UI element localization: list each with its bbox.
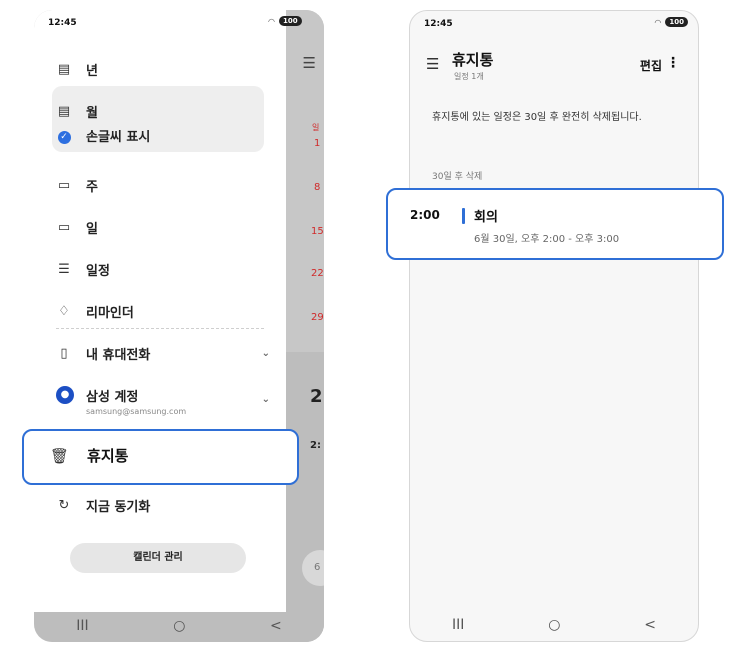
trash-highlight[interactable]: 🗑 휴지통 xyxy=(22,429,299,485)
wifi-icon: ◠ xyxy=(268,16,275,26)
bell-icon: ♢ xyxy=(58,304,70,319)
recents-icon[interactable]: III xyxy=(452,617,464,633)
status-time: 12:45 xyxy=(424,19,453,29)
calendar-icon: ▤ xyxy=(57,104,71,119)
menu-label: 손글씨 표시 xyxy=(86,130,151,145)
wifi-icon: ◠ xyxy=(654,17,662,27)
more-options-icon[interactable]: ⋮ xyxy=(666,55,680,71)
calendar-icon: ▭ xyxy=(57,220,71,235)
battery-icon: 100 xyxy=(665,17,688,27)
menu-item-samsung-account[interactable]: ● 삼성 계정 samsung@samsung.com ⌄ xyxy=(56,386,286,416)
event-time: 2:00 xyxy=(410,208,440,222)
status-icons: ◠ 100 xyxy=(268,16,302,26)
page-title: 휴지통 xyxy=(452,51,494,69)
home-icon[interactable]: ○ xyxy=(173,618,185,634)
menu-item-handwriting[interactable]: ✓ 손글씨 표시 xyxy=(56,126,150,145)
page-subtitle: 일정 1개 xyxy=(454,72,484,81)
account-block: 삼성 계정 samsung@samsung.com xyxy=(86,386,186,416)
menu-item-reminder[interactable]: ♢ 리마인더 xyxy=(56,302,134,321)
date-cell[interactable]: 29 xyxy=(311,312,324,323)
menu-item-day[interactable]: ▭ 일 xyxy=(56,218,98,237)
menu-label: 내 휴대전화 xyxy=(86,348,151,363)
home-icon[interactable]: ○ xyxy=(548,617,560,633)
hamburger-icon[interactable]: ☰ xyxy=(426,55,439,73)
menu-label: 리마인더 xyxy=(86,306,134,321)
navigation-bar: III ○ < xyxy=(34,612,324,642)
right-phone: 12:45 ◠ 100 ☰ 휴지통 일정 1개 편집 ⋮ 휴지통에 있는 일정은… xyxy=(409,10,699,642)
date-cell[interactable]: 8 xyxy=(314,182,320,193)
date-cell[interactable]: 15 xyxy=(311,226,324,237)
status-icons: ◠ 100 xyxy=(654,17,688,27)
event-time-fragment: 2: xyxy=(310,440,321,451)
chevron-down-icon[interactable]: ⌄ xyxy=(262,394,270,405)
edit-button[interactable]: 편집 xyxy=(640,57,662,74)
recents-icon[interactable]: III xyxy=(76,618,88,634)
hamburger-icon[interactable]: ☰ xyxy=(303,54,316,72)
menu-item-trash[interactable]: 🗑 휴지통 xyxy=(50,445,128,466)
sunday-header: 일 xyxy=(312,123,320,132)
calendar-icon: ▭ xyxy=(57,178,71,193)
menu-label: 삼성 계정 xyxy=(86,390,139,405)
menu-label: 일 xyxy=(86,222,98,237)
divider xyxy=(56,328,264,329)
account-email: samsung@samsung.com xyxy=(86,407,187,416)
section-label: 30일 후 삭제 xyxy=(432,172,483,182)
menu-item-month[interactable]: ▤ 월 xyxy=(56,102,98,121)
menu-label: 일정 xyxy=(86,264,110,279)
menu-item-schedule[interactable]: ☰ 일정 xyxy=(56,260,110,279)
back-icon[interactable]: < xyxy=(270,618,282,634)
date-cell[interactable]: 1 xyxy=(314,138,320,149)
menu-item-year[interactable]: ▤ 년 xyxy=(56,60,98,79)
chevron-down-icon[interactable]: ⌄ xyxy=(262,348,270,359)
date-cell[interactable]: 22 xyxy=(311,268,324,279)
selected-date: 2 xyxy=(310,386,323,407)
menu-label: 월 xyxy=(86,106,98,121)
menu-item-my-phone[interactable]: ▯ 내 휴대전화 ⌄ xyxy=(56,344,286,363)
back-icon[interactable]: < xyxy=(644,617,656,633)
trash-info-text: 휴지통에 있는 일정은 30일 후 완전히 삭제됩니다. xyxy=(432,112,642,123)
phone-icon: ▯ xyxy=(60,346,68,361)
status-time: 12:45 xyxy=(48,18,77,28)
event-title: 회의 xyxy=(474,210,498,225)
event-detail: 6월 30일, 오후 2:00 - 오후 3:00 xyxy=(474,234,620,245)
manage-calendars-button[interactable]: 캘린더 관리 xyxy=(70,543,246,573)
list-icon: ☰ xyxy=(58,262,70,277)
menu-label: 년 xyxy=(86,64,98,79)
menu-item-sync-now[interactable]: ↻ 지금 동기화 xyxy=(56,496,151,515)
menu-label: 휴지통 xyxy=(87,447,129,465)
sync-icon: ↻ xyxy=(58,498,70,513)
menu-label: 지금 동기화 xyxy=(86,500,151,515)
trash-icon: 🗑 xyxy=(50,446,70,465)
calendar-behind-drawer: ☰ 일 1 8 15 22 29 2 2: 6 xyxy=(286,10,324,642)
menu-label: 주 xyxy=(86,180,98,195)
account-icon: ● xyxy=(56,386,74,404)
calendar-icon: ▤ xyxy=(57,62,71,77)
left-phone: ☰ 일 1 8 15 22 29 2 2: 6 12:45 ▤ 년 ▤ 월 ✓ … xyxy=(34,10,324,642)
event-color-bar xyxy=(462,208,465,224)
deleted-event-item[interactable]: 2:00 회의 6월 30일, 오후 2:00 - 오후 3:00 xyxy=(386,188,724,260)
menu-item-week[interactable]: ▭ 주 xyxy=(56,176,98,195)
check-icon: ✓ xyxy=(56,128,72,144)
navigation-bar: III ○ < xyxy=(410,611,698,641)
battery-icon: 100 xyxy=(278,16,302,26)
